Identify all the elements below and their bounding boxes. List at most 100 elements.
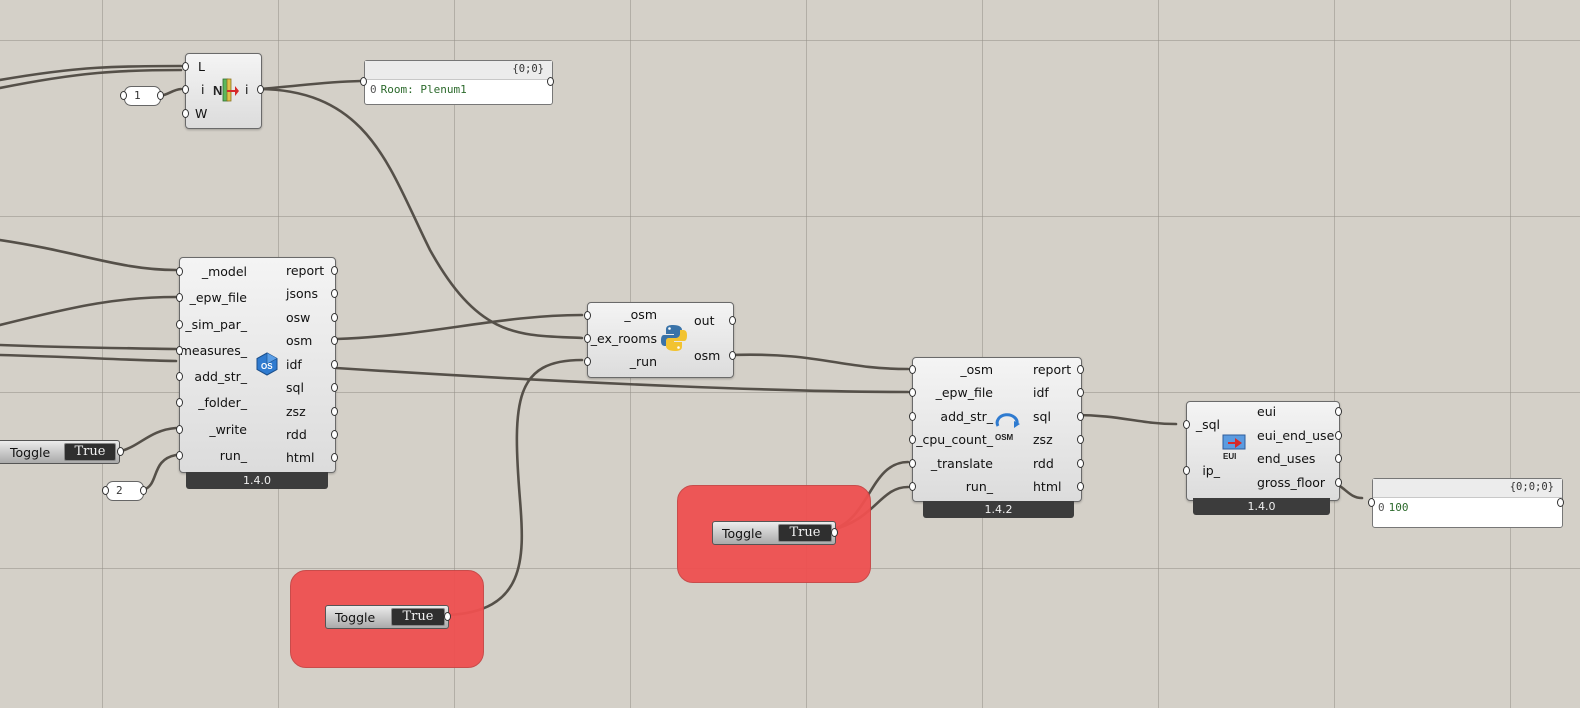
runosm-port-out-0[interactable]	[1077, 365, 1084, 374]
eui-port-in-1[interactable]	[1183, 466, 1190, 475]
write-toggle-port[interactable]	[117, 447, 124, 456]
write-toggle[interactable]: Toggle True	[0, 440, 120, 464]
write-toggle-value[interactable]: True	[64, 443, 116, 461]
eui-input-sql: _sql	[1195, 417, 1220, 432]
list-port-i-in[interactable]	[182, 85, 189, 94]
wire-sql-to-eui	[1073, 413, 1178, 426]
runosm-port-out-2[interactable]	[1077, 412, 1084, 421]
index-number-port[interactable]	[120, 91, 127, 100]
eui-port-out-3[interactable]	[1335, 478, 1342, 487]
runosm-output-zsz: zsz	[1033, 432, 1053, 447]
osm-icon: OSM	[995, 413, 1020, 442]
python-run-toggle[interactable]: Toggle True	[325, 605, 449, 629]
model-port-out-5[interactable]	[331, 383, 338, 392]
python-input-run: _run	[629, 354, 657, 369]
python-port-in-0[interactable]	[584, 311, 591, 320]
list-port-i-out[interactable]	[257, 85, 264, 94]
output-report: report	[286, 263, 325, 278]
model-port-in-0[interactable]	[176, 267, 183, 276]
python-port-in-2[interactable]	[584, 357, 591, 366]
output-sql: sql	[286, 380, 304, 395]
runosm-port-in-5[interactable]	[909, 482, 916, 491]
input-sim-par: _sim_par_	[185, 317, 247, 332]
svg-text:EUI: EUI	[1223, 452, 1236, 461]
eui-port-out-0[interactable]	[1335, 407, 1342, 416]
output-idf: idf	[286, 357, 302, 372]
room-panel-value: Room: Plenum1	[380, 83, 467, 96]
runosm-version-label: 1.4.2	[923, 501, 1074, 518]
runosm-input-add-str: add_str_	[940, 409, 993, 424]
runosm-port-in-1[interactable]	[909, 388, 916, 397]
model-port-out-6[interactable]	[331, 407, 338, 416]
run-osm-toggle[interactable]: Toggle True	[712, 521, 836, 545]
python-run-toggle-value[interactable]: True	[391, 608, 445, 626]
run-osm-toggle-value[interactable]: True	[778, 524, 832, 542]
model-port-out-4[interactable]	[331, 360, 338, 369]
grasshopper-canvas[interactable]: L i W i N 1 {0;0} 0 Room: Plenum1 _model …	[0, 0, 1580, 708]
list-port-L-in[interactable]	[182, 62, 189, 71]
eui-port-out-1[interactable]	[1335, 431, 1342, 440]
python-run-toggle-port[interactable]	[444, 612, 451, 621]
model-to-osm-component[interactable]: _model _epw_file _sim_par_ measures_ add…	[176, 257, 338, 473]
eui-component[interactable]: _sql ip_ eui eui_end_use end_uses gross_…	[1183, 401, 1342, 501]
model-port-in-3[interactable]	[176, 346, 183, 355]
list-item-icon: N	[213, 78, 239, 102]
eui-output-eui-end-use: eui_end_use	[1257, 428, 1335, 443]
runosm-port-out-3[interactable]	[1077, 435, 1084, 444]
room-panel-port-out[interactable]	[547, 77, 554, 86]
runosm-port-out-5[interactable]	[1077, 482, 1084, 491]
runosm-port-in-3[interactable]	[909, 435, 916, 444]
run-number-port-in[interactable]	[102, 486, 109, 495]
eui-port-out-2[interactable]	[1335, 454, 1342, 463]
index-number-slider[interactable]: 1	[124, 86, 161, 106]
python-port-out-0[interactable]	[729, 316, 736, 325]
room-panel-port-in[interactable]	[360, 77, 367, 86]
model-port-out-0[interactable]	[331, 266, 338, 275]
output-rdd: rdd	[286, 427, 307, 442]
model-port-in-6[interactable]	[176, 425, 183, 434]
list-input-i: i	[201, 82, 205, 97]
runosm-port-out-1[interactable]	[1077, 388, 1084, 397]
result-panel[interactable]: {0;0;0} 0 100	[1372, 478, 1563, 528]
model-port-in-4[interactable]	[176, 372, 183, 381]
runosm-port-in-4[interactable]	[909, 459, 916, 468]
run-number-slider[interactable]: 2	[106, 481, 144, 501]
model-port-out-8[interactable]	[331, 453, 338, 462]
run-osm-component[interactable]: _osm _epw_file add_str_ _cpu_count_ _tra…	[909, 357, 1084, 502]
wire-to-measures-2	[0, 353, 178, 363]
room-panel-index: 0	[370, 83, 377, 96]
python-script-component[interactable]: _osm _ex_rooms _run out osm	[584, 302, 736, 378]
model-port-in-5[interactable]	[176, 398, 183, 407]
python-port-out-1[interactable]	[729, 351, 736, 360]
run-number-port-out[interactable]	[140, 486, 147, 495]
result-panel-port-in[interactable]	[1368, 498, 1375, 507]
model-port-out-7[interactable]	[331, 430, 338, 439]
index-number-port-out[interactable]	[157, 91, 164, 100]
runosm-port-in-2[interactable]	[909, 412, 916, 421]
runosm-port-in-0[interactable]	[909, 365, 916, 374]
runosm-port-out-4[interactable]	[1077, 459, 1084, 468]
model-port-in-2[interactable]	[176, 320, 183, 329]
runosm-output-html: html	[1033, 479, 1062, 494]
list-port-W-in[interactable]	[182, 109, 189, 118]
list-item-component[interactable]: L i W i N	[182, 53, 264, 129]
run-osm-toggle-port[interactable]	[831, 528, 838, 537]
eui-port-in-0[interactable]	[1183, 420, 1190, 429]
list-input-L: L	[198, 59, 205, 74]
python-port-in-1[interactable]	[584, 334, 591, 343]
eui-output-eui: eui	[1257, 404, 1277, 419]
result-panel-port-out[interactable]	[1557, 498, 1564, 507]
list-input-W: W	[195, 106, 208, 121]
model-port-in-1[interactable]	[176, 293, 183, 302]
input-run: run_	[219, 448, 247, 463]
model-port-out-3[interactable]	[331, 336, 338, 345]
room-panel[interactable]: {0;0} 0 Room: Plenum1	[364, 60, 553, 105]
result-panel-path: {0;0;0}	[1509, 481, 1554, 493]
wire-list-to-panel	[257, 79, 363, 91]
model-port-out-2[interactable]	[331, 313, 338, 322]
result-panel-index: 0	[1378, 501, 1385, 514]
model-port-out-1[interactable]	[331, 289, 338, 298]
model-port-in-7[interactable]	[176, 451, 183, 460]
runosm-input-cpu-count: _cpu_count_	[916, 432, 993, 447]
eui-icon: EUI	[1222, 434, 1246, 461]
